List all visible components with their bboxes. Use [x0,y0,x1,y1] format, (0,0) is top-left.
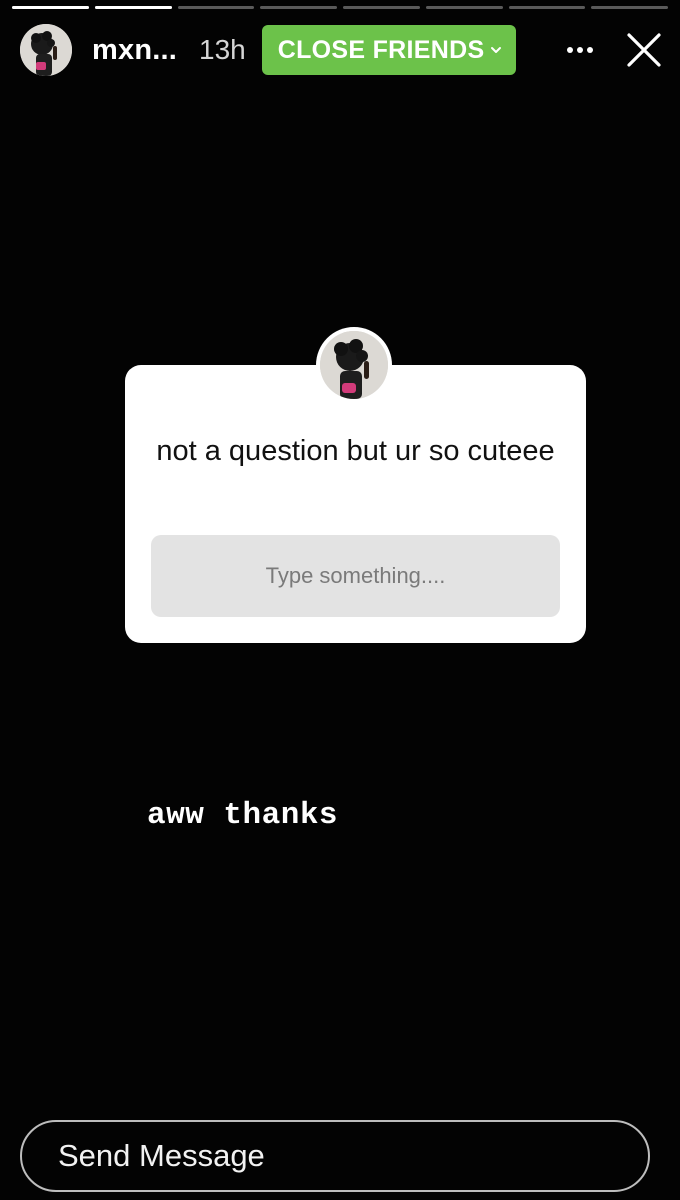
chevron-down-icon [491,47,502,53]
close-friends-label: CLOSE FRIENDS [277,35,485,64]
progress-segment [12,6,89,9]
progress-segment [425,6,503,9]
progress-segment [343,6,420,9]
reply-text: aww thanks [147,798,339,833]
send-message-bar[interactable] [20,1120,650,1192]
story-header: mxn... 13h CLOSE FRIENDS [20,22,666,78]
post-time: 13h [199,34,246,65]
progress-segment-fill [12,6,89,9]
progress-segment [177,6,255,9]
answer-input[interactable] [151,535,560,617]
question-sticker: not a question but ur so cuteee [125,327,586,643]
username[interactable]: mxn... [92,34,177,67]
question-asker-avatar [316,327,392,403]
question-card: not a question but ur so cuteee [125,365,586,643]
more-horizontal-icon [567,47,593,53]
send-message-input[interactable] [56,1137,648,1175]
progress-segment [508,6,586,9]
question-text: not a question but ur so cuteee [156,435,555,467]
profile-avatar[interactable] [20,24,72,76]
close-button[interactable] [622,28,666,72]
more-options-button[interactable] [560,30,600,70]
close-friends-badge[interactable]: CLOSE FRIENDS [261,25,517,75]
progress-segment [260,6,337,9]
progress-segment [94,6,172,9]
story-progress-bar [12,6,668,10]
progress-segment [591,6,668,9]
progress-segment-fill [94,6,172,9]
close-icon [627,33,661,67]
